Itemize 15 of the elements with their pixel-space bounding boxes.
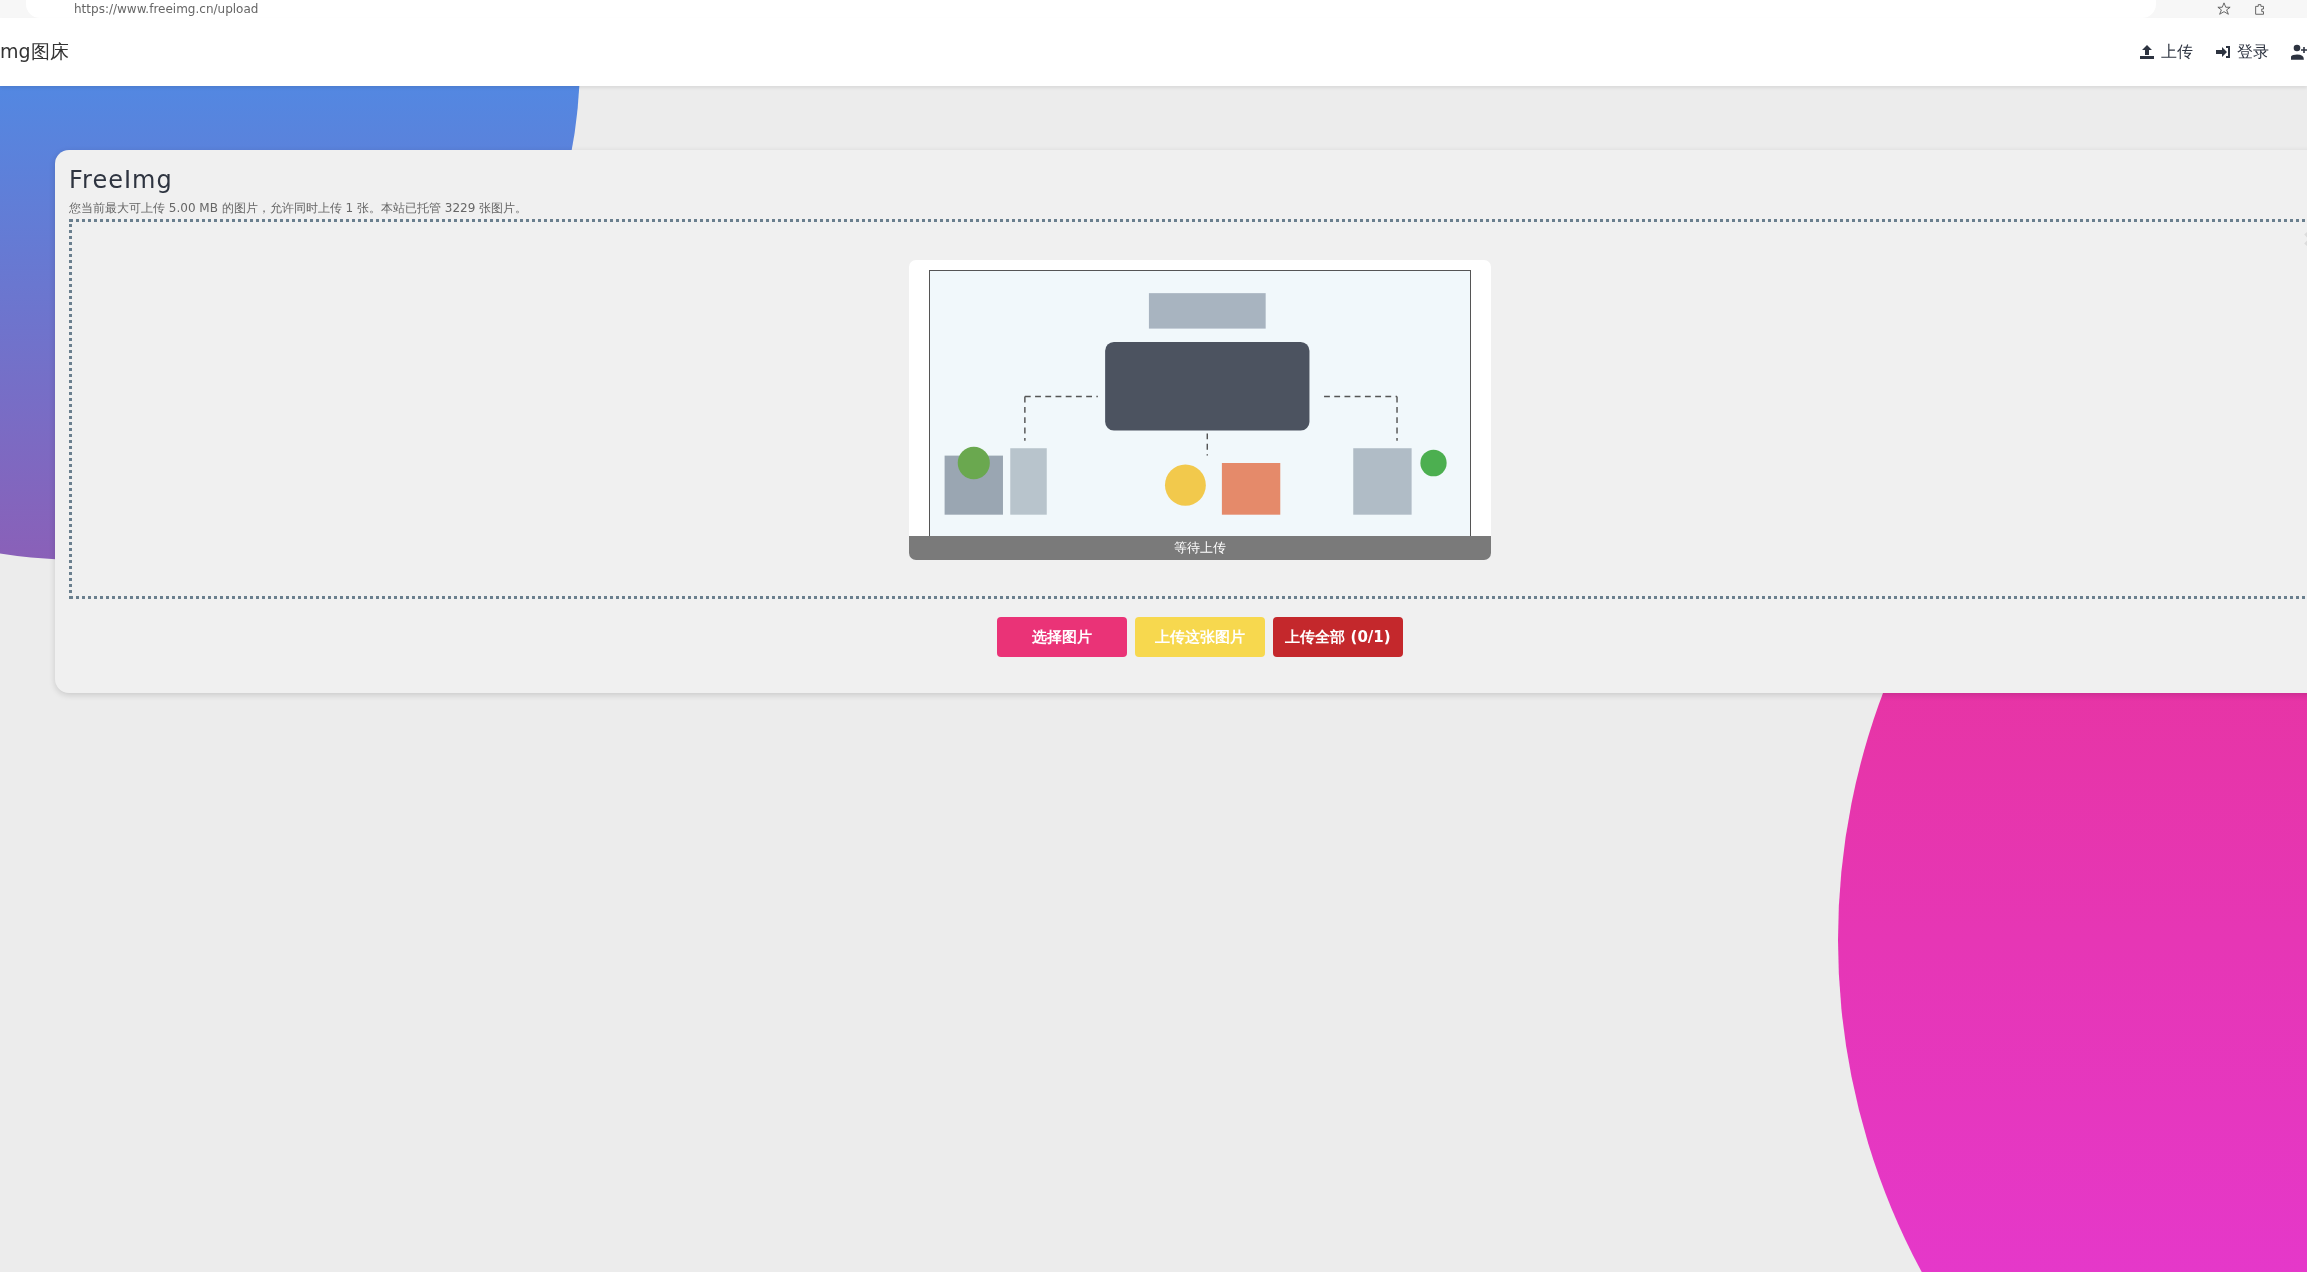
star-icon[interactable] bbox=[2217, 2, 2231, 16]
upload-status-bar: 等待上传 bbox=[909, 536, 1491, 560]
url-field[interactable]: https://www.freeimg.cn/upload bbox=[26, 0, 2156, 18]
site-title[interactable]: mg图床 bbox=[0, 39, 69, 65]
nav-link[interactable]: 上传 bbox=[2139, 41, 2193, 63]
upload-info-text: 您当前最大可上传 5.00 MB 的图片，允许同时上传 1 张。本站已托管 3229 张图片。 bbox=[69, 200, 529, 217]
nav-link[interactable]: 登录 bbox=[2215, 41, 2269, 63]
upload-icon bbox=[2139, 44, 2155, 60]
user-add-icon bbox=[2291, 44, 2307, 60]
upload-button[interactable]: 选择图片 bbox=[997, 617, 1127, 657]
sign-in-icon bbox=[2215, 44, 2231, 60]
puzzle-icon[interactable] bbox=[2253, 2, 2267, 16]
upload-button[interactable]: 上传全部 (0/1) bbox=[1273, 617, 1403, 657]
card-title: FreeImg bbox=[69, 166, 174, 194]
drop-zone[interactable]: 等待上传 bbox=[69, 219, 2307, 599]
